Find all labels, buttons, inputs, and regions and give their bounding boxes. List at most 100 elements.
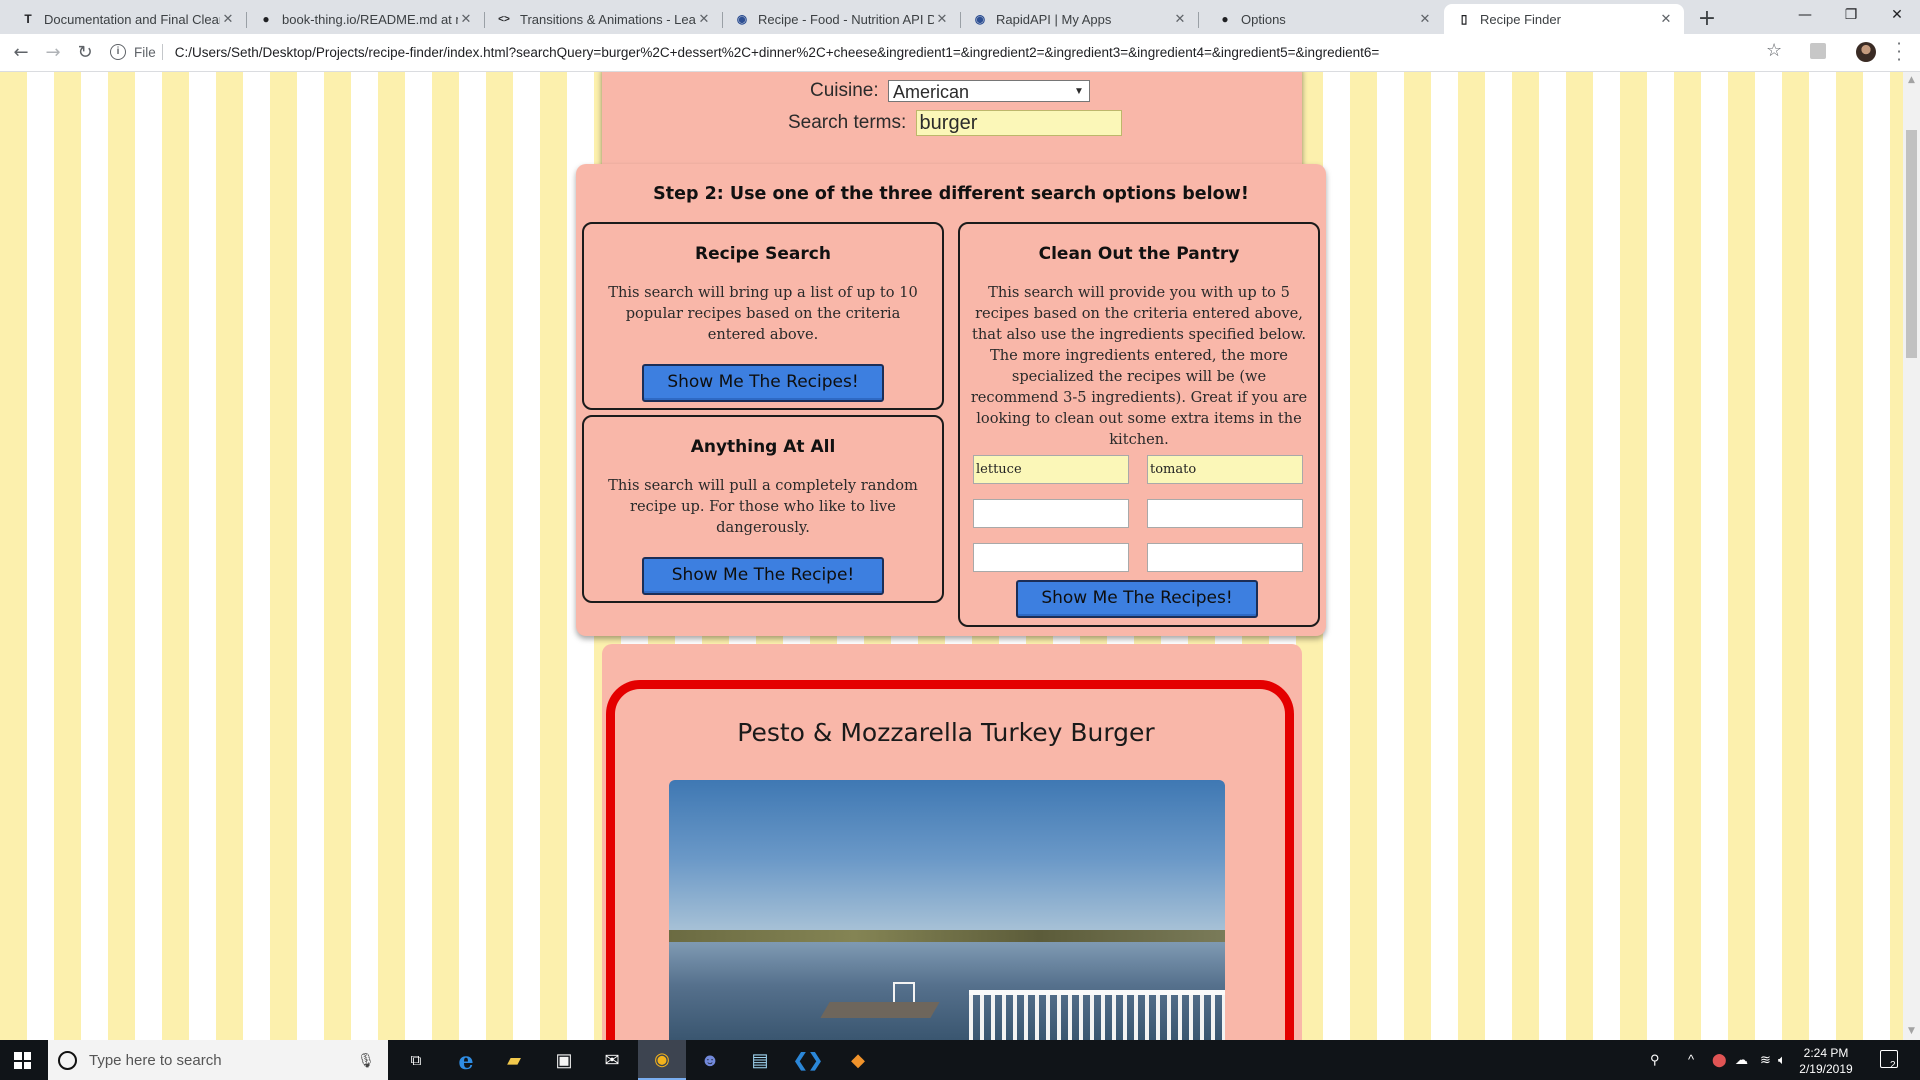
cuisine-label: Cuisine:	[810, 80, 879, 102]
cuisine-row: Cuisine: American ▼	[810, 80, 1090, 102]
show-random-recipe-button[interactable]: Show Me The Recipe!	[642, 557, 884, 595]
wifi-icon[interactable]: ≋	[1760, 1040, 1771, 1080]
restore-button[interactable]: ❐	[1828, 0, 1874, 30]
show-hidden-icons[interactable]: ^	[1688, 1040, 1694, 1080]
profile-avatar[interactable]	[1856, 42, 1876, 62]
browser-tab[interactable]: <> Transitions & Animations - Learn ✕	[484, 4, 722, 34]
file-explorer-icon[interactable]: ▰	[490, 1040, 538, 1080]
ingredient3-input[interactable]	[973, 499, 1129, 528]
typora-icon: T	[24, 12, 32, 26]
recipe-search-title: Recipe Search	[695, 244, 831, 264]
close-tab-icon[interactable]: ✕	[458, 11, 474, 27]
dropdown-caret-icon: ▼	[1074, 86, 1084, 97]
scheme-label: File	[134, 44, 156, 60]
mail-icon[interactable]: ✉	[588, 1040, 636, 1080]
extension-icon[interactable]	[1810, 43, 1826, 59]
recipe-search-box: Recipe Search This search will bring up …	[582, 222, 944, 410]
people-icon[interactable]: ⚲	[1650, 1040, 1660, 1080]
scroll-thumb[interactable]	[1906, 130, 1917, 358]
pantry-title: Clean Out the Pantry	[1038, 244, 1240, 264]
clean-out-pantry-box: Clean Out the Pantry This search will pr…	[958, 222, 1320, 627]
close-tab-icon[interactable]: ✕	[1417, 11, 1433, 27]
vscode-icon[interactable]: ❮❯	[784, 1040, 832, 1080]
close-tab-icon[interactable]: ✕	[1658, 11, 1674, 27]
browser-tab-active[interactable]: ▯ Recipe Finder ✕	[1444, 4, 1684, 34]
minimize-button[interactable]: —	[1782, 0, 1828, 30]
gitkraken-icon[interactable]: ◆	[834, 1040, 882, 1080]
ingredient4-input[interactable]	[1147, 499, 1303, 528]
github-icon: ●	[1221, 12, 1229, 26]
browser-tab[interactable]: ◉ RapidAPI | My Apps ✕	[960, 4, 1198, 34]
volume-icon[interactable]: 🔈︎	[1778, 1040, 1786, 1080]
taskbar-search-box[interactable]: Type here to search 🎙	[48, 1040, 388, 1080]
tab-title: Documentation and Final Cleanu	[44, 11, 220, 27]
ingredient6-input[interactable]	[1147, 543, 1303, 572]
browser-tab[interactable]: ● book-thing.io/README.md at m ✕	[246, 4, 484, 34]
search-terms-input[interactable]: burger	[915, 110, 1122, 136]
edge-icon[interactable]: e	[442, 1040, 490, 1080]
close-tab-icon[interactable]: ✕	[1172, 11, 1188, 27]
reload-icon[interactable]: ↻	[72, 40, 98, 66]
notification-count: 2	[1890, 1060, 1896, 1071]
ingredient1-input[interactable]: lettuce	[973, 455, 1129, 484]
discord-icon[interactable]: ☻	[686, 1040, 734, 1080]
close-window-button[interactable]: ✕	[1874, 0, 1920, 30]
photo-railing	[969, 990, 1225, 1040]
pantry-description: This search will provide you with up to …	[970, 284, 1308, 448]
scroll-up-arrow-icon[interactable]: ▲	[1903, 72, 1920, 89]
new-tab-button[interactable]: +	[1694, 6, 1720, 32]
info-icon[interactable]: i	[110, 44, 126, 60]
taskbar-search-placeholder: Type here to search	[89, 1051, 222, 1069]
show-recipes-button[interactable]: Show Me The Recipes!	[642, 364, 884, 402]
address-bar[interactable]: i File C:/Users/Seth/Desktop/Projects/re…	[110, 38, 1768, 66]
taskbar-clock[interactable]: 2:24 PM 2/19/2019	[1788, 1045, 1864, 1077]
rapidapi-icon: ◉	[736, 12, 748, 26]
notepad-icon[interactable]: ▤	[736, 1040, 784, 1080]
ingredient2-input[interactable]: tomato	[1147, 455, 1303, 484]
onedrive-icon[interactable]: ☁	[1735, 1040, 1748, 1080]
close-tab-icon[interactable]: ✕	[696, 11, 712, 27]
task-view-icon[interactable]: ⧉	[392, 1040, 440, 1080]
code-icon: <>	[498, 13, 510, 25]
tab-title: Recipe - Food - Nutrition API Do	[758, 11, 934, 27]
cuisine-select[interactable]: American ▼	[887, 80, 1090, 102]
browser-tab-strip: T Documentation and Final Cleanu ✕ ● boo…	[0, 0, 1920, 34]
menu-icon[interactable]: · · ·	[1894, 36, 1904, 68]
url-text[interactable]: C:/Users/Seth/Desktop/Projects/recipe-fi…	[175, 45, 1379, 60]
bookmark-star-icon[interactable]: ☆	[1766, 40, 1782, 61]
browser-toolbar: ← → ↻ i File C:/Users/Seth/Desktop/Proje…	[0, 34, 1920, 72]
browser-tab[interactable]: ● Options ✕	[1205, 4, 1443, 34]
tab-title: Transitions & Animations - Learn	[520, 11, 696, 27]
show-pantry-recipes-button[interactable]: Show Me The Recipes!	[1016, 580, 1258, 618]
security-icon[interactable]: ⬤	[1712, 1040, 1727, 1080]
vertical-scrollbar[interactable]: ▲ ▼	[1903, 72, 1920, 1040]
recipe-search-description: This search will bring up a list of up t…	[608, 284, 918, 343]
browser-tab[interactable]: T Documentation and Final Cleanu ✕	[8, 4, 246, 34]
chrome-icon[interactable]: ◉	[638, 1040, 686, 1080]
ingredient5-input[interactable]	[973, 543, 1129, 572]
page-icon: ▯	[1460, 12, 1468, 26]
back-arrow-icon[interactable]: ←	[8, 40, 34, 66]
windows-start-icon[interactable]	[14, 1052, 31, 1069]
search-terms-row: Search terms: burger	[788, 110, 1122, 136]
tab-separator	[1198, 12, 1199, 28]
recipe-image[interactable]	[669, 780, 1225, 1040]
scroll-down-arrow-icon[interactable]: ▼	[1903, 1023, 1920, 1040]
tab-title: Recipe Finder	[1480, 11, 1561, 27]
recipe-title[interactable]: Pesto & Mozzarella Turkey Burger	[602, 718, 1290, 747]
close-tab-icon[interactable]: ✕	[934, 11, 950, 27]
page-viewport: Cuisine: American ▼ Search terms: burger…	[0, 72, 1903, 1040]
browser-tab[interactable]: ◉ Recipe - Food - Nutrition API Do ✕	[722, 4, 960, 34]
clock-date: 2/19/2019	[1799, 1062, 1853, 1076]
tab-title: Options	[1241, 11, 1286, 27]
github-icon: ●	[262, 12, 270, 26]
cortana-icon	[58, 1050, 77, 1070]
cuisine-value: American	[892, 82, 969, 102]
forward-arrow-icon[interactable]: →	[40, 40, 66, 66]
store-icon[interactable]: ▣	[540, 1040, 588, 1080]
tab-title: RapidAPI | My Apps	[996, 11, 1112, 27]
microphone-icon[interactable]: 🎙	[356, 1052, 376, 1069]
step2-heading: Step 2: Use one of the three different s…	[653, 184, 1249, 204]
tab-title: book-thing.io/README.md at m	[282, 11, 458, 27]
close-tab-icon[interactable]: ✕	[220, 11, 236, 27]
